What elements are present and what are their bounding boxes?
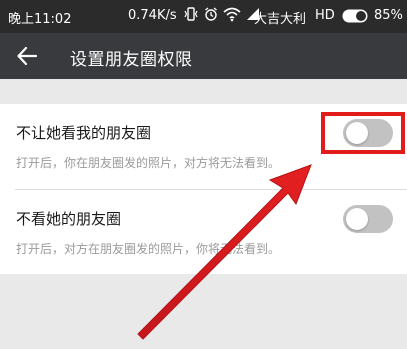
back-arrow-icon[interactable] xyxy=(16,45,38,67)
alarm-icon xyxy=(205,7,217,21)
wifi-icon xyxy=(223,7,241,22)
setting-title: 不让她看我的朋友圈 xyxy=(16,124,152,142)
battery-icon xyxy=(342,9,368,23)
status-battery-percent: 85% xyxy=(374,8,403,23)
toggle-knob xyxy=(346,122,368,144)
settings-list: 不让她看我的朋友圈 打开后，你在朋友圈发的照片，对方将无法看到。 不看她的朋友圈… xyxy=(0,104,407,274)
status-network-speed: 0.74K/s xyxy=(128,8,177,23)
setting-description: 打开后，对方在朋友圈发的照片，你将无法看到。 xyxy=(16,242,281,256)
setting-hide-my-moments: 不让她看我的朋友圈 打开后，你在朋友圈发的照片，对方将无法看到。 xyxy=(0,104,407,188)
status-bar: 晚上11:02 0.74K/s 大吉大利 HD 85% xyxy=(0,0,407,33)
status-icons xyxy=(183,6,261,22)
status-carrier: 大吉大利 xyxy=(254,12,307,27)
vibrate-icon xyxy=(184,7,198,21)
hide-my-moments-toggle[interactable] xyxy=(343,119,393,147)
setting-hide-her-moments: 不看她的朋友圈 打开后，对方在朋友圈发的照片，你将无法看到。 xyxy=(0,190,407,274)
setting-description: 打开后，你在朋友圈发的照片，对方将无法看到。 xyxy=(16,156,281,170)
setting-title: 不看她的朋友圈 xyxy=(16,210,122,228)
status-network-type: HD xyxy=(315,8,335,23)
hide-her-moments-toggle[interactable] xyxy=(343,205,393,233)
app-bar: 设置朋友圈权限 xyxy=(0,33,407,79)
page-title: 设置朋友圈权限 xyxy=(70,50,193,70)
status-time: 晚上11:02 xyxy=(8,12,72,27)
toggle-knob xyxy=(346,208,368,230)
